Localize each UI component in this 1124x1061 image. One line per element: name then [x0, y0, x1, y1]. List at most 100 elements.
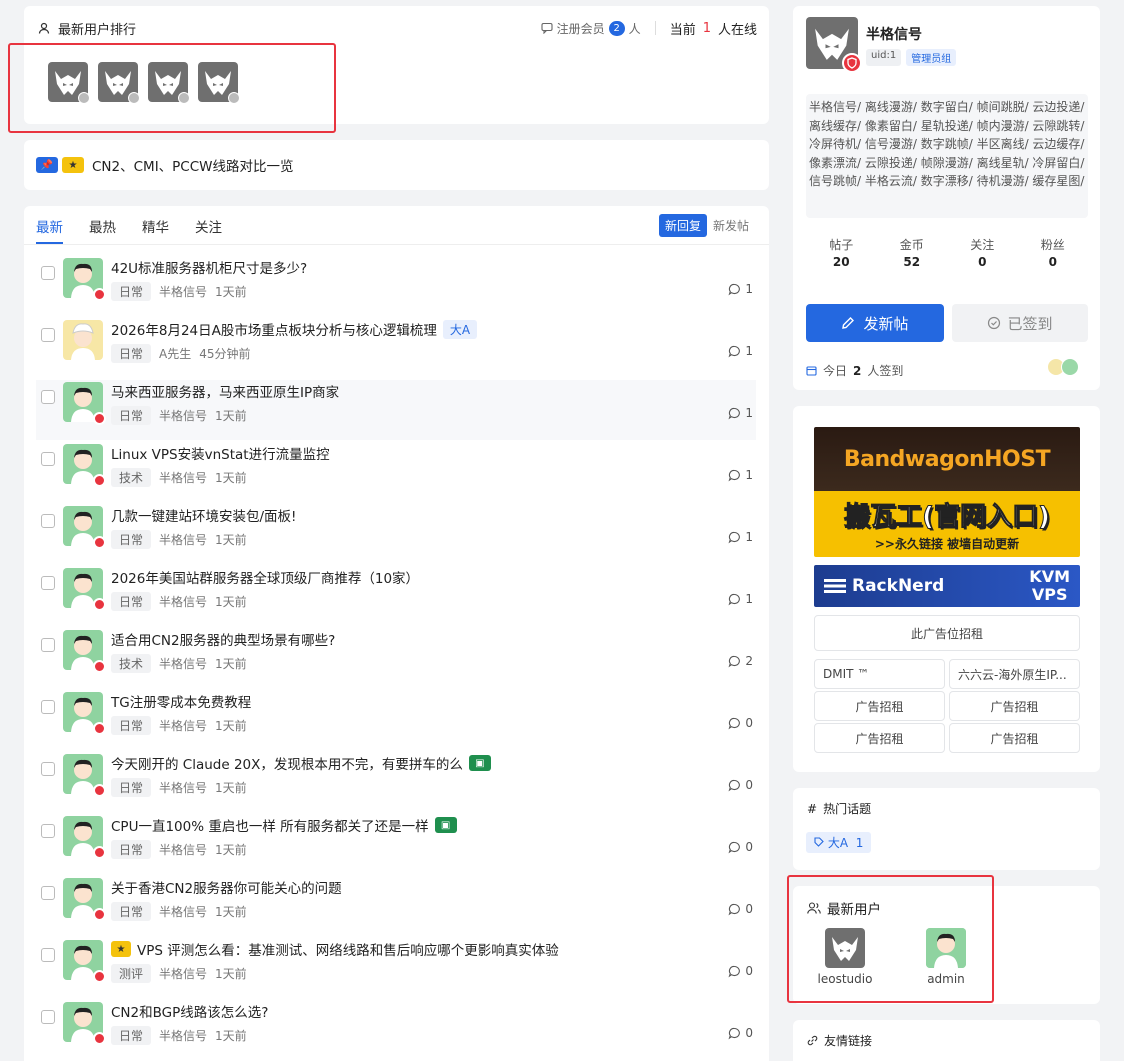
topic-title[interactable]: TG注册零成本免费教程 [111, 691, 251, 711]
topic-category[interactable]: 技术 [111, 468, 152, 487]
ad-slot[interactable]: 广告招租 [949, 691, 1080, 721]
topic-category[interactable]: 日常 [111, 1026, 152, 1045]
topic-author[interactable]: 半格信号 [159, 655, 207, 672]
topic-category[interactable]: 日常 [111, 282, 152, 301]
ad-slot-wide[interactable]: 此广告位招租 [814, 615, 1080, 651]
hot-topic-tag[interactable]: 大A 1 [806, 832, 872, 853]
topic-checkbox[interactable] [41, 886, 55, 900]
checkin-button[interactable]: 已签到 [952, 304, 1088, 342]
topic-title[interactable]: 2026年美国站群服务器全球顶级厂商推荐（10家） [111, 567, 419, 587]
topic-row[interactable]: Linux VPS安装vnStat进行流量监控 技术 半格信号 1天前 1 [36, 442, 756, 502]
tab-following[interactable]: 关注 [195, 216, 222, 244]
sort-new-reply[interactable]: 新回复 [658, 214, 707, 237]
topic-author[interactable]: 半格信号 [159, 531, 207, 548]
topic-row[interactable]: 42U标准服务器机柜尺寸是多少? 日常 半格信号 1天前 1 [36, 256, 756, 316]
stat-followers[interactable]: 粉丝 0 [1018, 236, 1089, 269]
tab-featured[interactable]: 精华 [142, 216, 169, 244]
topic-row[interactable]: 2026年8月24日A股市场重点板块分析与核心逻辑梳理 大A 日常 A先生 45分钟前 1 [36, 318, 756, 378]
topic-category[interactable]: 日常 [111, 592, 152, 611]
topic-author[interactable]: 半格信号 [159, 965, 207, 982]
author-avatar[interactable] [63, 754, 106, 797]
topic-tag[interactable]: 大A [442, 319, 478, 339]
topic-checkbox[interactable] [41, 266, 55, 280]
stat-following[interactable]: 关注 0 [947, 236, 1018, 269]
ad-slot[interactable]: 广告招租 [814, 723, 945, 753]
author-avatar[interactable] [63, 878, 106, 921]
ad-slot[interactable]: 广告招租 [814, 691, 945, 721]
topic-checkbox[interactable] [41, 328, 55, 342]
topic-author[interactable]: 半格信号 [159, 283, 207, 300]
stat-posts[interactable]: 帖子 20 [806, 236, 877, 269]
topic-row[interactable]: TG注册零成本免费教程 日常 半格信号 1天前 0 [36, 690, 756, 750]
topic-checkbox[interactable] [41, 948, 55, 962]
topic-category[interactable]: 日常 [111, 902, 152, 921]
topic-category[interactable]: 日常 [111, 344, 152, 363]
racknerd-banner[interactable]: RackNerd KVM VPS [814, 565, 1080, 607]
topic-row[interactable]: 适合用CN2服务器的典型场景有哪些? 技术 半格信号 1天前 2 [36, 628, 756, 688]
topic-title[interactable]: 42U标准服务器机柜尺寸是多少? [111, 257, 307, 277]
topic-title[interactable]: ★ VPS 评测怎么看：基准测试、网络线路和售后响应哪个更影响真实体验 [111, 939, 559, 959]
author-avatar[interactable] [63, 630, 106, 673]
topic-row[interactable]: ★ VPS 评测怎么看：基准测试、网络线路和售后响应哪个更影响真实体验 测评 半格信号… [36, 938, 756, 998]
author-avatar[interactable] [63, 816, 106, 859]
sort-new-post[interactable]: 新发帖 [707, 214, 755, 237]
topic-category[interactable]: 技术 [111, 654, 152, 673]
topic-row[interactable]: CPU一直100% 重启也一样 所有服务都关了还是一样 ▣ 日常 半格信号 1天前 0 [36, 814, 756, 874]
stat-coins[interactable]: 金币 52 [877, 236, 948, 269]
topic-row[interactable]: 几款一键建站环境安装包/面板! 日常 半格信号 1天前 1 [36, 504, 756, 564]
topic-category[interactable]: 日常 [111, 716, 152, 735]
ranking-avatar[interactable] [98, 62, 140, 104]
author-avatar[interactable] [63, 444, 106, 487]
topic-row[interactable]: 马来西亚服务器，马来西亚原生IP商家 日常 半格信号 1天前 1 [36, 380, 756, 440]
ranking-avatar[interactable] [198, 62, 240, 104]
topic-category[interactable]: 测评 [111, 964, 152, 983]
topic-title[interactable]: 今天刚开的 Claude 20X，发现根本用不完，有要拼车的么 ▣ [111, 753, 491, 773]
topic-author[interactable]: 半格信号 [159, 1027, 207, 1044]
tab-hot[interactable]: 最热 [89, 216, 116, 244]
topic-row[interactable]: 今天刚开的 Claude 20X，发现根本用不完，有要拼车的么 ▣ 日常 半格信号 1天… [36, 752, 756, 812]
topic-row[interactable]: CN2和BGP线路该怎么选? 日常 半格信号 1天前 0 [36, 1000, 756, 1060]
topic-category[interactable]: 日常 [111, 406, 152, 425]
author-avatar[interactable] [63, 320, 103, 360]
topic-author[interactable]: 半格信号 [159, 841, 207, 858]
author-avatar[interactable] [63, 940, 106, 983]
author-avatar[interactable] [63, 258, 106, 301]
topic-title[interactable]: 马来西亚服务器，马来西亚原生IP商家 [111, 381, 339, 401]
topic-checkbox[interactable] [41, 576, 55, 590]
topic-author[interactable]: A先生 [159, 345, 191, 362]
author-avatar[interactable] [63, 506, 106, 549]
ranking-avatar[interactable] [148, 62, 190, 104]
topic-checkbox[interactable] [41, 514, 55, 528]
notice-text[interactable]: CN2、CMI、PCCW线路对比一览 [92, 155, 294, 175]
pinned-notice[interactable]: 📌 ★ CN2、CMI、PCCW线路对比一览 [24, 140, 769, 190]
topic-checkbox[interactable] [41, 700, 55, 714]
profile-avatar[interactable] [806, 17, 862, 73]
topic-category[interactable]: 日常 [111, 840, 152, 859]
ad-slot-dmit[interactable]: DMIT ™ [814, 659, 945, 689]
topic-checkbox[interactable] [41, 390, 55, 404]
topic-author[interactable]: 半格信号 [159, 593, 207, 610]
ad-slot-66yun[interactable]: 六六云-海外原生IP... [949, 659, 1080, 689]
checkin-avatar[interactable] [1061, 358, 1079, 376]
topic-category[interactable]: 日常 [111, 530, 152, 549]
author-avatar[interactable] [63, 1002, 106, 1045]
author-avatar[interactable] [63, 692, 106, 735]
topic-title[interactable]: 2026年8月24日A股市场重点板块分析与核心逻辑梳理 大A [111, 319, 478, 339]
topic-title[interactable]: CN2和BGP线路该怎么选? [111, 1001, 268, 1021]
topic-category[interactable]: 日常 [111, 778, 152, 797]
topic-author[interactable]: 半格信号 [159, 407, 207, 424]
topic-author[interactable]: 半格信号 [159, 903, 207, 920]
topic-checkbox[interactable] [41, 452, 55, 466]
new-user-admin[interactable]: admin [906, 928, 986, 986]
author-avatar[interactable] [63, 382, 106, 425]
tab-latest[interactable]: 最新 [36, 216, 63, 244]
topic-title[interactable]: CPU一直100% 重启也一样 所有服务都关了还是一样 ▣ [111, 815, 457, 835]
topic-checkbox[interactable] [41, 1010, 55, 1024]
topic-checkbox[interactable] [41, 762, 55, 776]
topic-title[interactable]: Linux VPS安装vnStat进行流量监控 [111, 443, 330, 463]
topic-author[interactable]: 半格信号 [159, 779, 207, 796]
topic-title[interactable]: 适合用CN2服务器的典型场景有哪些? [111, 629, 335, 649]
profile-name[interactable]: 半格信号 [866, 24, 922, 44]
topic-title[interactable]: 几款一键建站环境安装包/面板! [111, 505, 296, 525]
ad-slot[interactable]: 广告招租 [949, 723, 1080, 753]
